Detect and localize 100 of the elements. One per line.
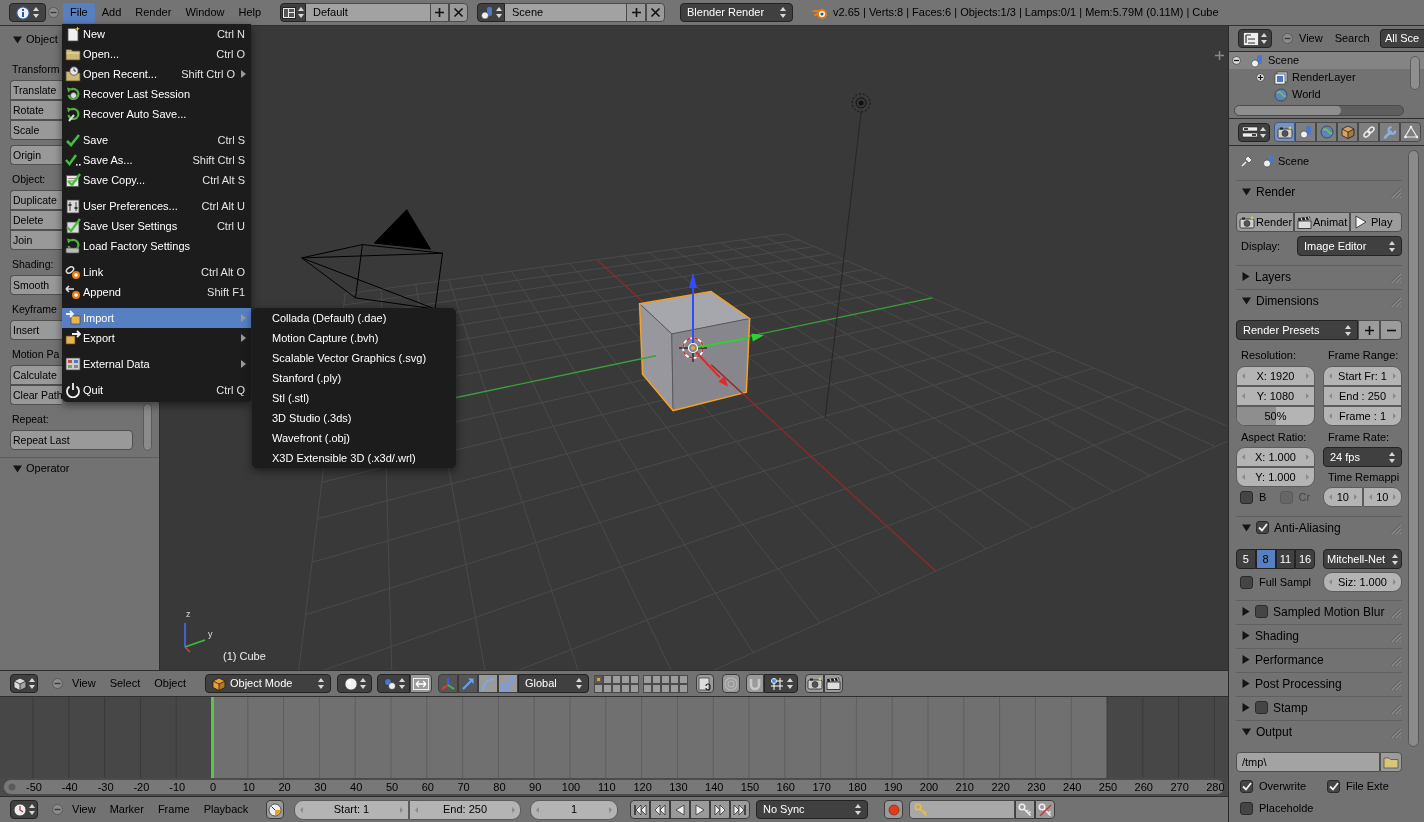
layer-toggle[interactable] [621, 683, 630, 693]
pivot-dropdown[interactable] [377, 674, 410, 693]
menu-button[interactable]: Add [94, 2, 129, 23]
menu-item[interactable]: Recover Auto Save... [62, 104, 251, 124]
layer-toggle[interactable] [670, 674, 679, 684]
layer-toggle[interactable] [603, 683, 612, 693]
tool-button[interactable]: Calculate [10, 365, 62, 385]
editor-type-button[interactable] [10, 800, 38, 819]
filter-dropdown[interactable]: All Sce [1380, 29, 1424, 48]
layer-lock-toggle[interactable] [696, 674, 714, 693]
layer-toggle[interactable] [679, 683, 688, 693]
frame-rate-dropdown[interactable]: 24 fps [1323, 447, 1402, 467]
number-field[interactable]: Y: 1.000 [1236, 467, 1315, 487]
context-tab[interactable] [1379, 122, 1400, 142]
render-engine-dropdown[interactable]: Blender Render [680, 3, 793, 22]
layout-dropdown[interactable] [280, 3, 306, 22]
action-button[interactable]: Render [1236, 212, 1294, 232]
display-dropdown[interactable]: Image Editor [1297, 236, 1402, 256]
add-button[interactable] [626, 3, 646, 22]
menu-item[interactable]: Collada (Default) (.dae) [252, 308, 456, 328]
layer-toggle[interactable] [594, 683, 603, 693]
menu-button[interactable]: Marker [102, 799, 151, 820]
layer-toggle[interactable] [621, 674, 630, 684]
menu-item[interactable]: Load Factory Settings [62, 236, 251, 256]
tool-button[interactable]: Rotate [10, 100, 62, 120]
scene-dropdown[interactable] [477, 3, 505, 22]
panel-header[interactable]: Shading [1236, 625, 1402, 646]
mode-dropdown[interactable]: Object Mode [205, 674, 331, 693]
panel-header[interactable]: Anti-Aliasing [1236, 517, 1402, 538]
percentage-slider[interactable]: 50% [1236, 406, 1315, 426]
menu-item[interactable]: 3D Studio (.3ds) [252, 408, 456, 428]
proportional-edit-toggle[interactable] [722, 674, 740, 693]
manipulator-toggle[interactable] [438, 674, 458, 693]
panel-header[interactable]: Operator [0, 458, 159, 479]
remove-button[interactable] [1380, 320, 1402, 340]
number-field[interactable]: Siz: 1.000 [1323, 572, 1402, 592]
sample-button[interactable]: 8 [1255, 549, 1276, 569]
menu-item[interactable]: Link Ctrl Alt O [62, 262, 251, 282]
menu-item[interactable]: Open... Ctrl O [62, 44, 251, 64]
context-tab[interactable] [1400, 122, 1421, 142]
record-button[interactable] [884, 800, 903, 819]
collapse-icon[interactable] [48, 7, 59, 18]
close-button[interactable] [449, 3, 468, 22]
layer-toggle[interactable] [612, 683, 621, 693]
minus-icon[interactable] [1232, 56, 1241, 65]
menu-item[interactable]: New Ctrl N [62, 24, 251, 44]
layer-toggle[interactable] [603, 674, 612, 684]
number-field[interactable]: Start Fr: 1 [1323, 366, 1402, 386]
menu-item[interactable]: Quit Ctrl Q [62, 380, 251, 400]
orientation-dropdown[interactable]: Global [518, 674, 589, 693]
menu-item[interactable]: Open Recent... Shift Ctrl O [62, 64, 251, 84]
layer-toggle[interactable] [630, 674, 639, 684]
menu-item[interactable]: Recover Last Session [62, 84, 251, 104]
checkbox[interactable] [1240, 780, 1253, 793]
number-field[interactable]: 10 [1323, 487, 1363, 507]
close-button[interactable] [646, 3, 665, 22]
number-field[interactable]: End: 250 [409, 799, 521, 820]
sample-button[interactable]: 16 [1295, 549, 1315, 569]
collapse-icon[interactable] [52, 804, 63, 815]
manipulator-tool[interactable] [458, 674, 478, 693]
menu-button[interactable]: Select [102, 673, 148, 694]
presets-dropdown[interactable]: Render Presets [1236, 320, 1358, 340]
menu-item[interactable]: Save Copy... Ctrl Alt S [62, 170, 251, 190]
menu-item[interactable]: Wavefront (.obj) [252, 428, 456, 448]
layer-toggle[interactable] [612, 674, 621, 684]
context-tab[interactable] [1274, 122, 1295, 142]
menu-button[interactable]: File [63, 2, 95, 23]
sync-dropdown[interactable]: No Sync [756, 800, 868, 819]
menu-item[interactable]: Stl (.stl) [252, 388, 456, 408]
context-tab[interactable] [1337, 122, 1358, 142]
menu-item[interactable]: Scalable Vector Graphics (.svg) [252, 348, 456, 368]
layer-toggle[interactable] [630, 683, 639, 693]
panel-header[interactable]: Render [1236, 181, 1402, 202]
panel-header[interactable]: Stamp [1236, 697, 1402, 718]
next-key-button[interactable] [710, 800, 730, 819]
menu-item[interactable]: Append Shift F1 [62, 282, 251, 302]
checkbox[interactable] [1327, 780, 1340, 793]
layer-toggle[interactable] [643, 674, 652, 684]
tree-item[interactable]: RenderLayer [1229, 69, 1424, 86]
checkbox[interactable] [1240, 491, 1253, 504]
scrollbar[interactable] [143, 403, 152, 451]
collapse-icon[interactable] [1282, 33, 1293, 44]
checkbox[interactable] [1256, 521, 1269, 534]
add-button[interactable] [1358, 320, 1380, 340]
scroll-handle-icon[interactable] [8, 783, 16, 791]
layer-toggle[interactable] [594, 674, 603, 684]
keying-set-field[interactable] [909, 800, 1015, 819]
menu-item[interactable]: Import [62, 308, 251, 328]
tool-button[interactable]: Insert [10, 320, 62, 340]
jump-start-button[interactable] [630, 800, 650, 819]
insert-keyframe-button[interactable] [1015, 800, 1035, 819]
panel-header[interactable]: Sampled Motion Blur [1236, 601, 1402, 622]
menu-button[interactable]: View [1293, 28, 1329, 49]
context-tab[interactable] [1316, 122, 1337, 142]
plus-icon[interactable] [1256, 73, 1265, 82]
number-field[interactable]: End : 250 [1323, 386, 1402, 406]
panel-header[interactable]: Post Processing [1236, 673, 1402, 694]
tool-button[interactable]: Delete [10, 210, 62, 230]
previous-key-button[interactable] [650, 800, 670, 819]
number-field[interactable]: 10 [1362, 487, 1402, 507]
